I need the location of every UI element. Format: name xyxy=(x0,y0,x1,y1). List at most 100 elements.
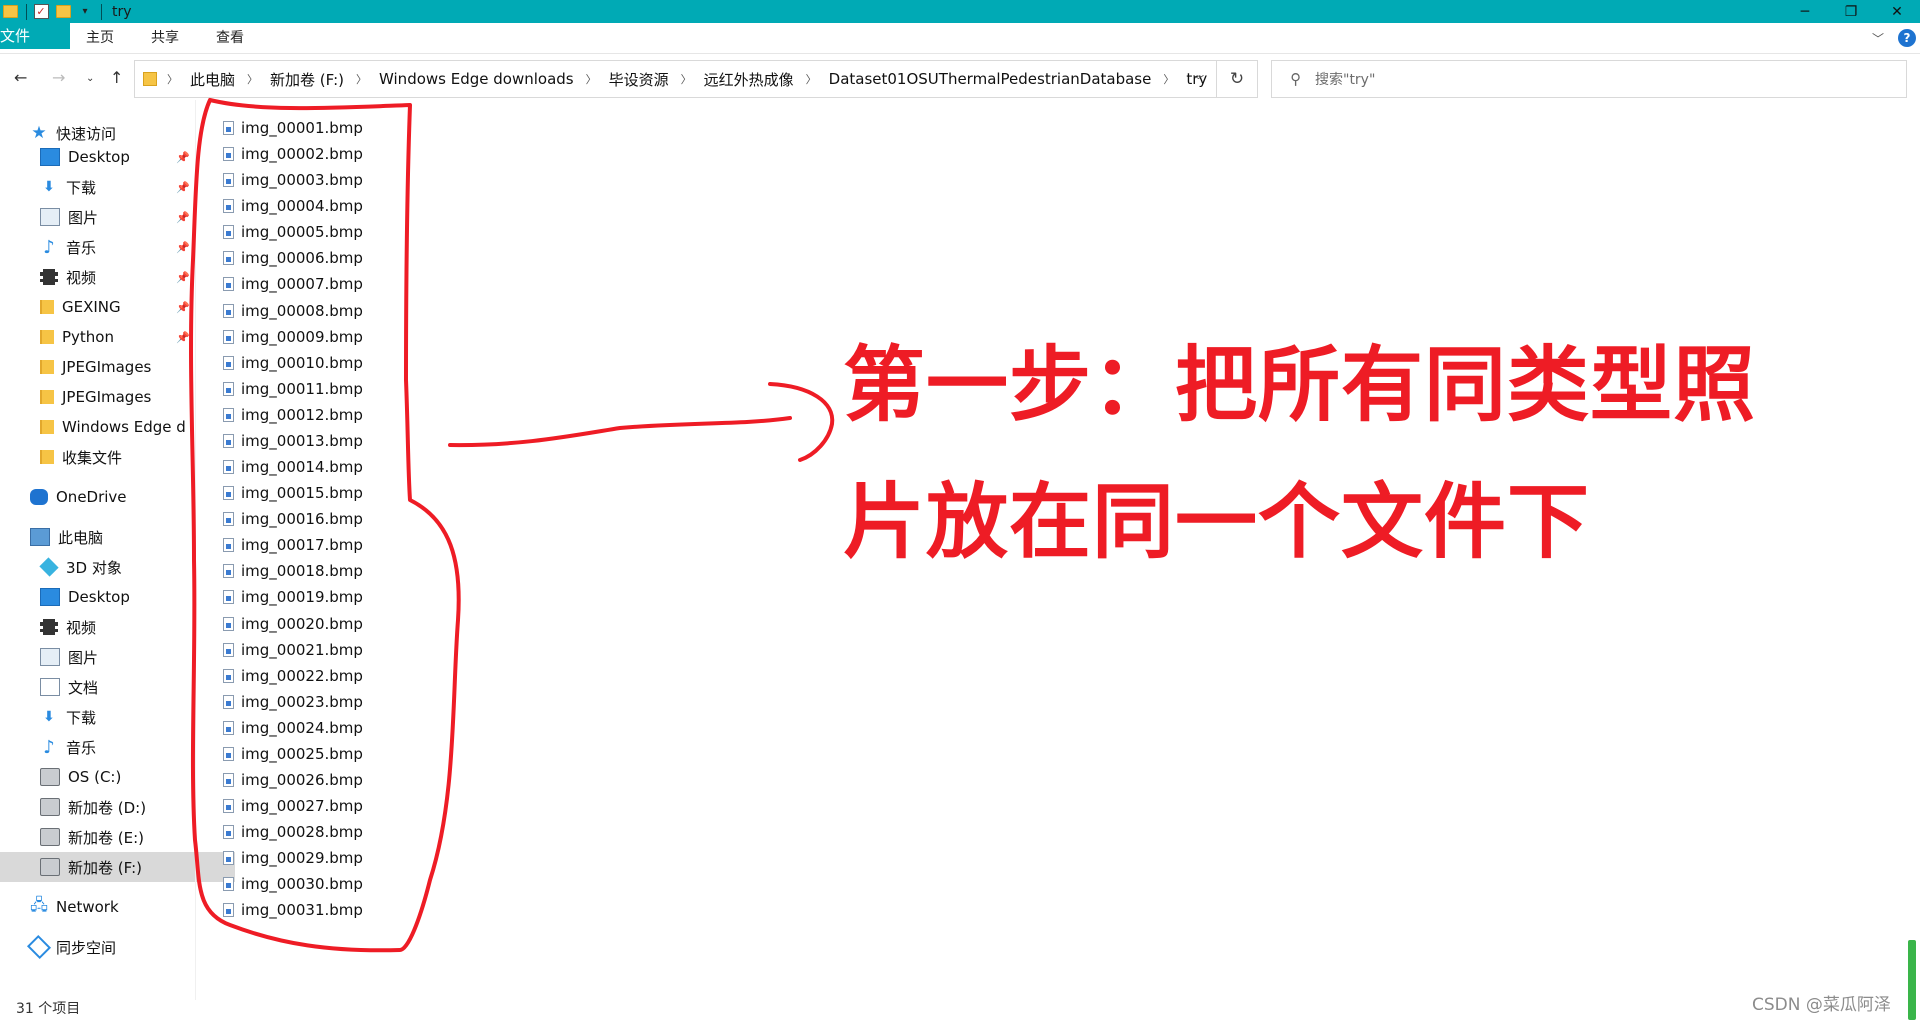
nav-item[interactable]: ♪ 音乐 📌 xyxy=(0,232,235,262)
file-item[interactable]: img_00006.bmp xyxy=(223,245,363,271)
bmp-file-icon xyxy=(223,720,234,735)
file-name: img_00030.bmp xyxy=(241,875,363,894)
nav-item[interactable]: 视频 📌 xyxy=(0,262,235,292)
file-item[interactable]: img_00026.bmp xyxy=(223,767,363,793)
up-arrow-icon[interactable]: ↑ xyxy=(110,68,123,87)
file-item[interactable]: img_00005.bmp xyxy=(223,219,363,245)
file-item[interactable]: img_00029.bmp xyxy=(223,845,363,871)
search-box[interactable]: ⚲ 搜索"try" xyxy=(1271,60,1907,98)
expand-ribbon-chevron-icon[interactable]: ﹀ xyxy=(1872,30,1884,47)
file-item[interactable]: img_00013.bmp xyxy=(223,428,363,454)
file-item[interactable]: img_00014.bmp xyxy=(223,454,363,480)
breadcrumb-sep-icon[interactable]: 〉 xyxy=(167,71,190,87)
file-item[interactable]: img_00016.bmp xyxy=(223,506,363,532)
nav-item[interactable]: 新加卷 (F:) xyxy=(0,852,235,882)
file-item[interactable]: img_00019.bmp xyxy=(223,584,363,610)
back-arrow-icon[interactable]: ← xyxy=(14,68,27,87)
nav-item[interactable]: 图片 📌 xyxy=(0,202,235,232)
file-item[interactable]: img_00022.bmp xyxy=(223,663,363,689)
help-icon[interactable]: ? xyxy=(1898,29,1916,47)
address-dropdown-chevron-icon[interactable]: ﹀ xyxy=(1193,72,1204,88)
file-item[interactable]: img_00018.bmp xyxy=(223,558,363,584)
file-item[interactable]: img_00021.bmp xyxy=(223,637,363,663)
file-item[interactable]: img_00002.bmp xyxy=(223,141,363,167)
nav-item[interactable]: 🖧 Network xyxy=(0,892,225,922)
breadcrumb-dataset[interactable]: Dataset01OSUThermalPedestrianDatabase 〉 xyxy=(829,70,1187,88)
close-button[interactable]: ✕ xyxy=(1874,0,1920,23)
properties-icon[interactable]: ✓ xyxy=(33,4,49,20)
file-item[interactable]: img_00007.bmp xyxy=(223,271,363,297)
tab-file[interactable]: 文件 xyxy=(0,23,70,49)
bmp-file-icon xyxy=(223,407,234,422)
breadcrumb-drive-f[interactable]: 新加卷 (F:) 〉 xyxy=(270,69,379,90)
nav-item[interactable]: Desktop 📌 xyxy=(0,142,235,172)
nav-item[interactable]: Python 📌 xyxy=(0,322,235,352)
file-item[interactable]: img_00012.bmp xyxy=(223,402,363,428)
new-folder-icon[interactable] xyxy=(55,4,71,20)
nav-item[interactable]: ⬇ 下载 📌 xyxy=(0,172,235,202)
refresh-icon[interactable]: ↻ xyxy=(1217,60,1258,98)
tab-share[interactable]: 共享 xyxy=(151,23,179,53)
nav-item[interactable]: 3D 对象 xyxy=(0,552,235,582)
pin-icon[interactable]: 📌 xyxy=(176,211,190,224)
nav-item[interactable]: ⬇ 下载 xyxy=(0,702,235,732)
file-item[interactable]: img_00004.bmp xyxy=(223,193,363,219)
nav-item[interactable]: Desktop xyxy=(0,582,235,612)
breadcrumb-edge-downloads[interactable]: Windows Edge downloads 〉 xyxy=(379,70,609,88)
tab-home[interactable]: 主页 xyxy=(86,23,114,53)
customize-toolbar-chevron-icon[interactable]: ▾ xyxy=(77,4,93,20)
file-item[interactable]: img_00025.bmp xyxy=(223,741,363,767)
nav-item[interactable]: OS (C:) xyxy=(0,762,235,792)
pin-icon[interactable]: 📌 xyxy=(176,241,190,254)
forward-arrow-icon[interactable]: → xyxy=(52,68,65,87)
pin-icon[interactable]: 📌 xyxy=(176,181,190,194)
file-name: img_00007.bmp xyxy=(241,275,363,294)
file-item[interactable]: img_00010.bmp xyxy=(223,350,363,376)
pin-icon[interactable]: 📌 xyxy=(176,151,190,164)
file-item[interactable]: img_00031.bmp xyxy=(223,897,363,923)
file-item[interactable]: img_00011.bmp xyxy=(223,376,363,402)
file-item[interactable]: img_00027.bmp xyxy=(223,793,363,819)
pin-icon[interactable]: 📌 xyxy=(176,301,190,314)
nav-item[interactable]: 此电脑 xyxy=(0,522,225,552)
nav-item[interactable]: 新加卷 (D:) xyxy=(0,792,235,822)
nav-item[interactable]: 收集文件 xyxy=(0,442,235,472)
file-item[interactable]: img_00015.bmp xyxy=(223,480,363,506)
nav-item[interactable]: ♪ 音乐 xyxy=(0,732,235,762)
breadcrumb-this-pc[interactable]: 此电脑〉 xyxy=(190,69,270,90)
nav-item[interactable]: Windows Edge d xyxy=(0,412,235,442)
address-bar[interactable]: 〉 此电脑〉 新加卷 (F:) 〉 Windows Edge downloads 〉… xyxy=(134,60,1217,98)
toolbar-divider xyxy=(101,3,102,20)
file-item[interactable]: img_00017.bmp xyxy=(223,532,363,558)
nav-label: 新加卷 (E:) xyxy=(68,828,145,847)
file-name: img_00001.bmp xyxy=(241,119,363,137)
nav-item[interactable]: GEXING 📌 xyxy=(0,292,235,322)
file-item[interactable]: img_00028.bmp xyxy=(223,819,363,845)
file-item[interactable]: img_00030.bmp xyxy=(223,871,363,897)
minimize-button[interactable]: ─ xyxy=(1782,0,1828,23)
nav-item[interactable]: OneDrive xyxy=(0,482,225,512)
file-item[interactable]: img_00009.bmp xyxy=(223,324,363,350)
file-item[interactable]: img_00003.bmp xyxy=(223,167,363,193)
search-placeholder[interactable]: 搜索"try" xyxy=(1315,69,1375,89)
nav-item[interactable]: 图片 xyxy=(0,642,235,672)
recent-locations-chevron-icon[interactable]: ⌄ xyxy=(86,73,94,84)
pin-icon[interactable]: 📌 xyxy=(176,331,190,344)
file-item[interactable]: img_00020.bmp xyxy=(223,611,363,637)
file-item[interactable]: img_00008.bmp xyxy=(223,298,363,324)
breadcrumb-thermal-imaging[interactable]: 远红外热成像〉 xyxy=(704,69,829,90)
pin-icon[interactable]: 📌 xyxy=(176,271,190,284)
nav-item[interactable]: JPEGImages xyxy=(0,352,235,382)
nav-item[interactable]: 同步空间 xyxy=(0,932,225,962)
nav-item[interactable]: JPEGImages xyxy=(0,382,235,412)
nav-item[interactable]: 新加卷 (E:) xyxy=(0,822,235,852)
file-item[interactable]: img_00023.bmp xyxy=(223,689,363,715)
file-item[interactable]: img_00001.bmp xyxy=(223,115,363,141)
breadcrumb-thesis-resources[interactable]: 毕设资源〉 xyxy=(609,69,704,90)
nav-item[interactable]: 文档 xyxy=(0,672,235,702)
file-item[interactable]: img_00024.bmp xyxy=(223,715,363,741)
scrollbar-thumb[interactable] xyxy=(1908,940,1916,1020)
tab-view[interactable]: 查看 xyxy=(216,23,244,53)
maximize-button[interactable]: ❐ xyxy=(1828,0,1874,23)
nav-item[interactable]: 视频 xyxy=(0,612,235,642)
